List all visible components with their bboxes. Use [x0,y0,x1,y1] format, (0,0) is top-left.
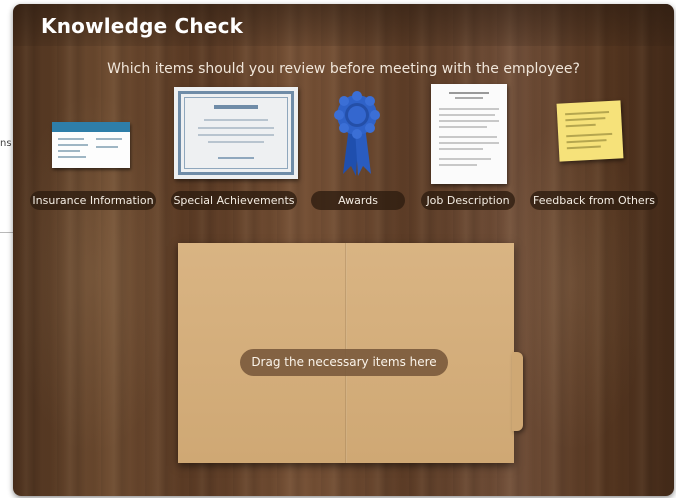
knowledge-check-panel: Knowledge Check Which items should you r… [13,4,674,496]
card-line [58,144,88,146]
document-line [439,126,487,128]
document-line [439,108,499,110]
certificate-line [198,134,274,136]
sticky-line [566,145,601,150]
document-line [439,120,499,122]
card-line [58,156,86,158]
background-partial-text: ns [0,138,12,149]
item-label-awards[interactable]: Awards [311,191,405,210]
sticky-line [565,123,596,128]
dropzone-label: Drag the necessary items here [240,349,448,376]
sticky-line [566,132,613,138]
insurance-card-icon[interactable] [52,122,130,168]
card-line [58,138,84,140]
question-text: Which items should you review before mee… [107,61,580,77]
card-line [58,150,80,152]
document-line [439,148,483,150]
item-label-special-achievements[interactable]: Special Achievements [171,191,297,210]
card-line [96,146,118,148]
certificate-line [208,141,264,143]
panel-title: Knowledge Check [41,14,244,38]
certificate-heading [214,105,258,109]
certificate-seal [218,157,254,159]
sticky-line [566,139,607,144]
card-line [96,138,122,140]
sticky-note-icon[interactable] [556,100,624,162]
certificate-line [198,127,274,129]
certificate-icon[interactable] [174,87,298,179]
award-ribbon-svg [334,91,380,176]
document-line [455,97,483,99]
sticky-line [565,110,610,116]
document-icon[interactable] [431,84,507,184]
document-line [439,158,491,160]
document-line [439,164,477,166]
folder-tab [512,352,523,431]
background-divider [0,232,14,233]
item-label-job-description[interactable]: Job Description [421,191,515,210]
item-label-feedback-from-others[interactable]: Feedback from Others [530,191,658,210]
sticky-line [565,117,606,122]
document-line [439,136,497,138]
document-line [439,114,495,116]
item-label-insurance-information[interactable]: Insurance Information [30,191,156,210]
document-line [439,142,499,144]
certificate-line [204,119,268,121]
award-ribbon-icon[interactable] [332,90,382,178]
document-title-line [449,92,489,94]
card-band [52,122,130,132]
